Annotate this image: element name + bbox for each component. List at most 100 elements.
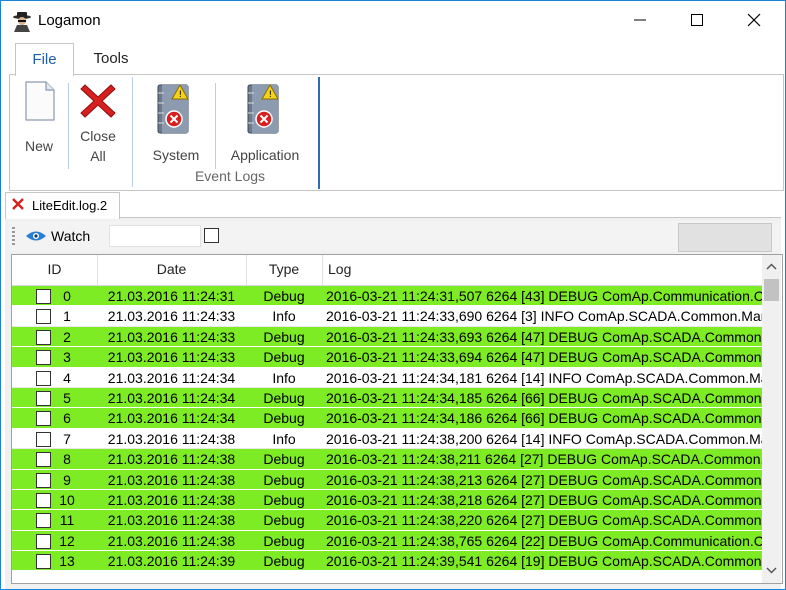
row-checkbox[interactable] <box>36 431 51 447</box>
toolbar-grip[interactable] <box>12 227 15 245</box>
system-log-button[interactable]: ! System <box>146 75 206 175</box>
tab-file[interactable]: File <box>15 43 74 76</box>
row-checkbox[interactable] <box>36 350 51 366</box>
cell-log: 2016-03-21 11:24:34,186 6264 [66] DEBUG … <box>326 410 762 427</box>
title-bar: Logamon <box>1 1 785 41</box>
cell-type: Info <box>272 308 296 325</box>
table-row[interactable]: 10 21.03.2016 11:24:38 Debug 2016-03-21 11:… <box>12 489 762 511</box>
cell-type: Debug <box>263 389 305 406</box>
table-row[interactable]: 2 21.03.2016 11:24:33 Debug 2016-03-21 11:2… <box>12 326 762 348</box>
cell-type: Debug <box>263 451 305 468</box>
cell-log: 2016-03-21 11:24:33,694 6264 [47] DEBUG … <box>326 349 762 366</box>
cell-date: 21.03.2016 11:24:33 <box>107 349 236 366</box>
table-row[interactable]: 11 21.03.2016 11:24:38 Debug 2016-03-21 11:… <box>12 510 762 531</box>
row-checkbox[interactable] <box>36 554 51 570</box>
watch-input[interactable] <box>109 225 201 247</box>
eye-icon <box>26 231 46 241</box>
table-row[interactable]: 1 21.03.2016 11:24:33 Info 2016-03-21 11:24… <box>12 306 762 327</box>
cell-date: 21.03.2016 11:24:34 <box>107 410 236 427</box>
table-row[interactable]: 3 21.03.2016 11:24:33 Debug 2016-03-21 11:2… <box>12 347 762 368</box>
cell-date: 21.03.2016 11:24:34 <box>107 389 236 406</box>
cell-id: 3 <box>63 349 71 366</box>
table-row[interactable]: 9 21.03.2016 11:24:38 Debug 2016-03-21 11:2… <box>12 469 762 490</box>
row-checkbox[interactable] <box>36 390 51 406</box>
app-window: Logamon File Tools New Close All ! Syste… <box>0 0 786 590</box>
cell-type: Debug <box>263 532 305 549</box>
table-row[interactable]: 12 21.03.2016 11:24:38 Debug 2016-03-21 11:… <box>12 530 762 552</box>
cell-id: 7 <box>63 430 71 447</box>
scroll-up-icon[interactable] <box>766 263 777 270</box>
row-checkbox[interactable] <box>36 411 51 427</box>
cell-log: 2016-03-21 11:24:38,200 6264 [14] INFO C… <box>326 430 762 447</box>
column-header-type[interactable]: Type <box>246 255 323 285</box>
column-header-date[interactable]: Date <box>97 255 247 285</box>
cell-date: 21.03.2016 11:24:39 <box>107 553 236 570</box>
row-checkbox[interactable] <box>36 472 51 488</box>
row-checkbox[interactable] <box>36 452 51 468</box>
close-window-button[interactable] <box>727 1 783 41</box>
system-label: System <box>152 147 200 163</box>
table-row[interactable]: 5 21.03.2016 11:24:34 Debug 2016-03-21 11:2… <box>12 387 762 409</box>
watch-label: Watch <box>51 228 91 244</box>
ribbon-group-edge <box>318 77 320 189</box>
row-checkbox[interactable] <box>36 309 51 325</box>
maximize-icon <box>691 14 703 26</box>
cell-date: 21.03.2016 11:24:34 <box>107 369 236 386</box>
table-row[interactable]: 7 21.03.2016 11:24:38 Info 2016-03-21 11:24… <box>12 428 762 450</box>
ribbon-separator <box>215 83 216 169</box>
close-all-button[interactable]: Close All <box>72 75 124 175</box>
cell-type: Debug <box>263 553 305 570</box>
row-checkbox[interactable] <box>36 370 51 386</box>
table-row[interactable]: 13 21.03.2016 11:24:39 Debug 2016-03-21 11:… <box>12 551 762 572</box>
new-button[interactable]: New <box>14 75 64 175</box>
log-toolbar: Watch <box>9 221 779 252</box>
column-header-log[interactable]: Log <box>322 255 768 285</box>
event-log-icon: ! <box>157 83 189 134</box>
close-all-label-line1: Close <box>80 128 116 144</box>
minimize-icon <box>634 19 646 21</box>
table-row[interactable]: 8 21.03.2016 11:24:38 Debug 2016-03-21 11:2… <box>12 449 762 470</box>
column-header-id[interactable]: ID <box>12 255 98 285</box>
cell-id: 11 <box>59 512 75 529</box>
cell-log: 2016-03-21 11:24:38,220 6264 [27] DEBUG … <box>326 512 762 529</box>
table-row[interactable]: 4 21.03.2016 11:24:34 Info 2016-03-21 11:24… <box>12 367 762 388</box>
close-tab-icon[interactable] <box>12 198 24 210</box>
cell-log: 2016-03-21 11:24:39,541 6264 [19] DEBUG … <box>326 553 762 570</box>
cell-type: Debug <box>263 512 305 529</box>
new-button-label: New <box>24 138 53 154</box>
row-checkbox[interactable] <box>36 492 51 508</box>
minimize-button[interactable] <box>613 1 669 41</box>
cell-id: 10 <box>59 491 75 508</box>
watch-checkbox[interactable] <box>204 228 219 243</box>
toolbar-box[interactable] <box>678 223 772 252</box>
cell-log: 2016-03-21 11:24:31,507 6264 [43] DEBUG … <box>326 288 762 304</box>
tab-tools[interactable]: Tools <box>81 43 141 74</box>
cell-id: 12 <box>59 532 75 549</box>
cell-log: 2016-03-21 11:24:38,218 6264 [27] DEBUG … <box>326 491 762 508</box>
row-checkbox[interactable] <box>36 513 51 529</box>
application-log-button[interactable]: ! Application <box>222 75 308 175</box>
cell-id: 6 <box>63 410 71 427</box>
row-checkbox[interactable] <box>36 289 51 304</box>
maximize-button[interactable] <box>670 1 726 41</box>
spy-icon <box>13 12 31 32</box>
svg-text:!: ! <box>179 90 183 100</box>
vertical-scrollbar[interactable] <box>762 255 781 583</box>
scrollbar-thumb[interactable] <box>764 279 779 301</box>
scroll-down-icon[interactable] <box>766 567 777 574</box>
close-icon <box>747 13 761 27</box>
grid-rows: 0 21.03.2016 11:24:31 Debug 2016-03-21 11:2… <box>12 286 762 572</box>
cell-date: 21.03.2016 11:24:38 <box>107 430 236 447</box>
row-checkbox[interactable] <box>36 533 51 549</box>
cell-log: 2016-03-21 11:24:38,211 6264 [27] DEBUG … <box>326 451 762 468</box>
cell-id: 4 <box>63 369 71 386</box>
cell-type: Debug <box>263 410 305 427</box>
svg-text:!: ! <box>269 90 273 100</box>
cell-type: Info <box>272 430 296 447</box>
row-checkbox[interactable] <box>36 329 51 345</box>
table-row[interactable]: 0 21.03.2016 11:24:31 Debug 2016-03-21 11:2… <box>12 286 762 307</box>
cell-id: 13 <box>59 553 75 570</box>
table-row[interactable]: 6 21.03.2016 11:24:34 Debug 2016-03-21 11:2… <box>12 408 762 429</box>
document-tab[interactable]: LiteEdit.log.2 <box>5 192 120 219</box>
event-log-icon: ! <box>247 83 279 134</box>
